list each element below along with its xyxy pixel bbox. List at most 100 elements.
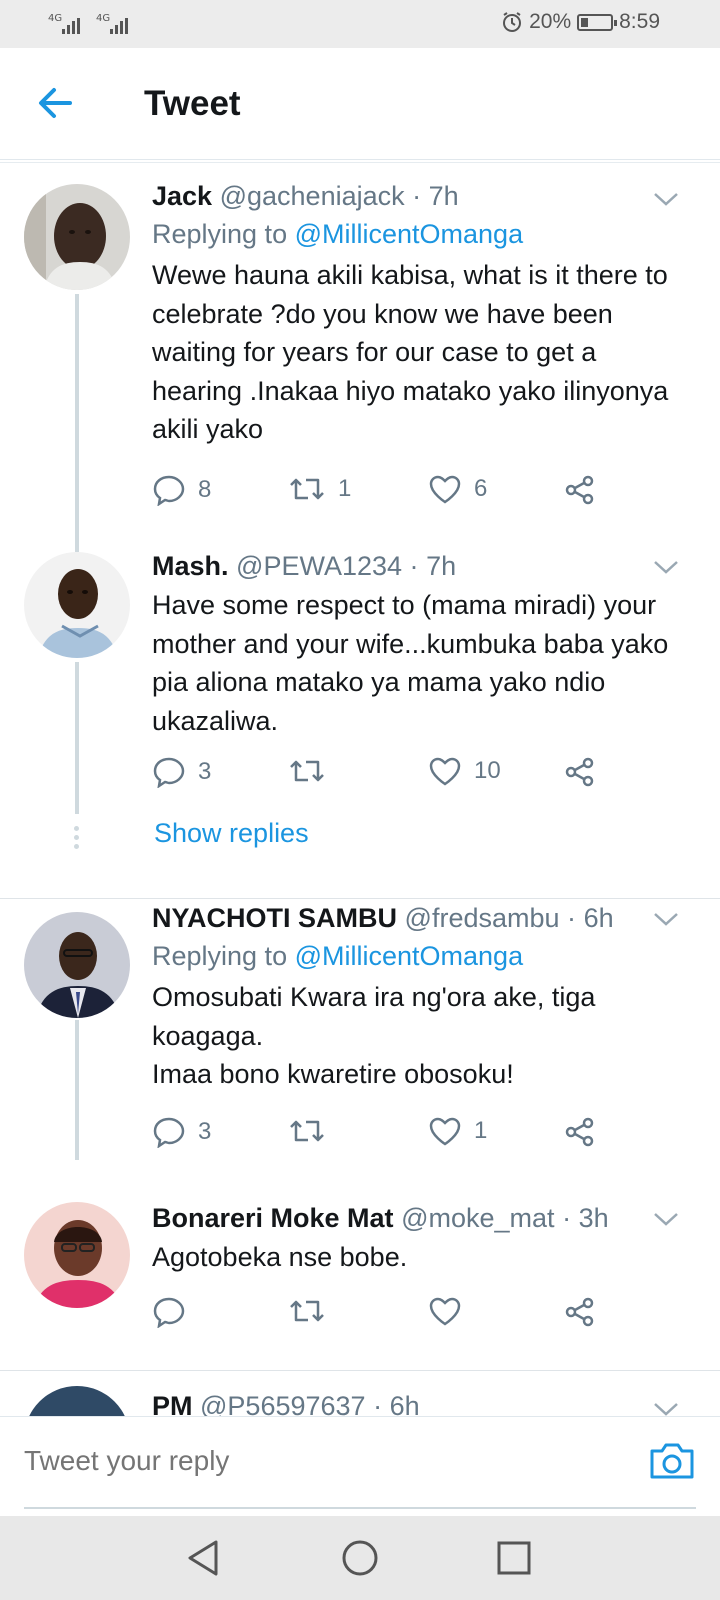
share-button[interactable] — [564, 756, 596, 788]
author-handle[interactable]: @P56597637 — [200, 1391, 366, 1416]
share-button[interactable] — [564, 474, 596, 506]
like-button[interactable]: 1 — [428, 1116, 487, 1146]
thread-divider — [0, 898, 720, 899]
tweet-text: Omosubati Kwara ira ng'ora ake, tiga koa… — [152, 978, 680, 1094]
reply-feed[interactable]: Jack @gacheniajack · 7h Replying to @Mil… — [0, 164, 720, 1416]
author-handle[interactable]: @fredsambu — [405, 903, 560, 933]
author-handle[interactable]: @PEWA1234 — [236, 551, 402, 581]
separator-dot: · — [409, 551, 419, 581]
like-button[interactable] — [428, 1296, 462, 1326]
show-replies-link[interactable]: Show replies — [154, 818, 309, 849]
share-button[interactable] — [564, 1116, 596, 1148]
chevron-down-icon[interactable] — [652, 910, 680, 928]
system-nav-bar — [0, 1516, 720, 1600]
reply-icon — [153, 1117, 185, 1148]
back-arrow-icon — [39, 88, 72, 118]
reply-button[interactable] — [152, 1296, 186, 1328]
separator-dot: · — [567, 903, 577, 933]
like-button[interactable]: 10 — [428, 756, 501, 786]
status-right: 20% 8:59 — [501, 10, 660, 34]
chevron-down-icon[interactable] — [652, 1400, 680, 1416]
retweet-button[interactable] — [288, 1296, 326, 1326]
avatar[interactable] — [24, 912, 130, 1018]
nav-recents-button[interactable] — [490, 1534, 538, 1582]
reply-icon — [153, 757, 185, 788]
tweet-time: 6h — [389, 1391, 420, 1416]
nav-back-icon — [188, 1540, 218, 1576]
nav-recents-icon — [497, 1541, 531, 1575]
tweet-time: 6h — [583, 903, 614, 933]
chevron-down-icon[interactable] — [652, 558, 680, 576]
nav-home-icon — [342, 1540, 378, 1576]
avatar[interactable] — [24, 184, 130, 290]
signal-icon: 4G — [48, 12, 88, 36]
back-button[interactable] — [30, 80, 82, 126]
tweet-text: Have some respect to (mama miradi) your … — [152, 590, 669, 736]
tweet-actions: 3 1 — [152, 1116, 612, 1152]
tweet-actions: 3 10 — [152, 756, 612, 792]
mention-link[interactable]: @MillicentOmanga — [295, 941, 524, 971]
signal-indicators: 4G 4G — [48, 12, 136, 36]
avatar[interactable] — [24, 1386, 130, 1416]
reply-count: 3 — [198, 758, 212, 785]
share-button[interactable] — [564, 1296, 596, 1328]
reply-count: 8 — [198, 476, 212, 503]
chevron-down-icon[interactable] — [652, 1210, 680, 1228]
author-name[interactable]: NYACHOTI SAMBU — [152, 903, 397, 933]
like-button[interactable]: 6 — [428, 474, 487, 504]
tweet-header: Jack @gacheniajack · 7h — [152, 178, 680, 214]
heart-icon — [429, 1297, 461, 1326]
author-name[interactable]: Jack — [152, 181, 212, 211]
nav-back-button[interactable] — [180, 1534, 228, 1582]
status-bar: 4G 4G 20% 8:59 — [0, 0, 720, 48]
like-count: 6 — [474, 475, 488, 502]
retweet-button[interactable] — [288, 756, 338, 786]
tweet-item[interactable]: Bonareri Moke Mat @moke_mat · 3h Agotobe… — [0, 1200, 720, 1344]
retweet-icon — [290, 1300, 324, 1322]
author-handle[interactable]: @gacheniajack — [220, 181, 405, 211]
tweet-actions: 8 1 6 — [152, 474, 612, 510]
tweet-item[interactable]: Jack @gacheniajack · 7h Replying to @Mil… — [0, 164, 720, 552]
reply-icon — [153, 475, 185, 506]
reply-button[interactable]: 3 — [152, 756, 211, 788]
tweet-header: Bonareri Moke Mat @moke_mat · 3h — [152, 1200, 680, 1236]
network-type-label: 4G — [96, 13, 111, 24]
tweet-text-line: Imaa bono kwaretire obosoku! — [152, 1059, 514, 1089]
network-type-label: 4G — [48, 13, 63, 24]
heart-icon — [429, 475, 461, 504]
thread-line — [75, 294, 79, 552]
reply-button[interactable]: 3 — [152, 1116, 211, 1148]
replying-to-label: Replying to — [152, 941, 288, 971]
retweet-icon — [290, 760, 324, 782]
tweet-header: NYACHOTI SAMBU @fredsambu · 6h — [152, 900, 680, 936]
tweet-item[interactable]: NYACHOTI SAMBU @fredsambu · 6h Replying … — [0, 900, 720, 1200]
tweet-item[interactable]: Mash. @PEWA1234 · 7h Have some respect t… — [0, 548, 720, 880]
reply-input[interactable] — [24, 1445, 544, 1477]
tweet-time: 3h — [578, 1203, 609, 1233]
battery-percent: 20% — [529, 10, 572, 33]
mention-link[interactable]: @MillicentOmanga — [295, 219, 524, 249]
author-name[interactable]: Bonareri Moke Mat — [152, 1203, 394, 1233]
share-icon — [565, 757, 594, 787]
retweet-icon — [290, 1120, 324, 1142]
tweet-item[interactable]: PM @P56597637 · 6h — [0, 1372, 720, 1416]
author-name[interactable]: Mash. — [152, 551, 229, 581]
reply-button[interactable]: 8 — [152, 474, 211, 506]
avatar[interactable] — [24, 1202, 130, 1308]
author-handle[interactable]: @moke_mat — [401, 1203, 554, 1233]
reply-icon — [153, 1297, 185, 1328]
share-icon — [565, 475, 594, 505]
chevron-down-icon[interactable] — [652, 190, 680, 208]
author-name[interactable]: PM — [152, 1391, 193, 1416]
separator-dot: · — [412, 181, 422, 211]
avatar[interactable] — [24, 552, 130, 658]
tweet-text-line: Omosubati Kwara ira ng'ora ake, tiga koa… — [152, 982, 596, 1051]
heart-icon — [429, 757, 461, 786]
reply-count: 3 — [198, 1118, 212, 1145]
nav-home-button[interactable] — [336, 1534, 384, 1582]
camera-button[interactable] — [646, 1435, 698, 1487]
like-count: 10 — [474, 757, 501, 784]
retweet-button[interactable] — [288, 1116, 338, 1146]
app-header: Tweet — [0, 48, 720, 163]
retweet-button[interactable]: 1 — [288, 474, 351, 504]
